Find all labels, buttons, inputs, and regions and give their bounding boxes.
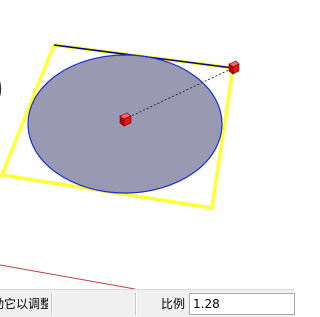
status-hint-text: 动它以调整 [0,297,48,311]
status-separator [51,293,53,315]
status-bar: 动它以调整 比例 [0,289,295,317]
measurement-input[interactable] [189,293,295,315]
measurement-label: 比例 [161,297,186,311]
scale-grip-icon[interactable] [228,60,240,75]
drawing-viewport[interactable] [0,0,295,289]
status-separator [135,293,137,315]
red-axis-line [0,264,136,289]
partial-circle-edge [0,81,2,97]
